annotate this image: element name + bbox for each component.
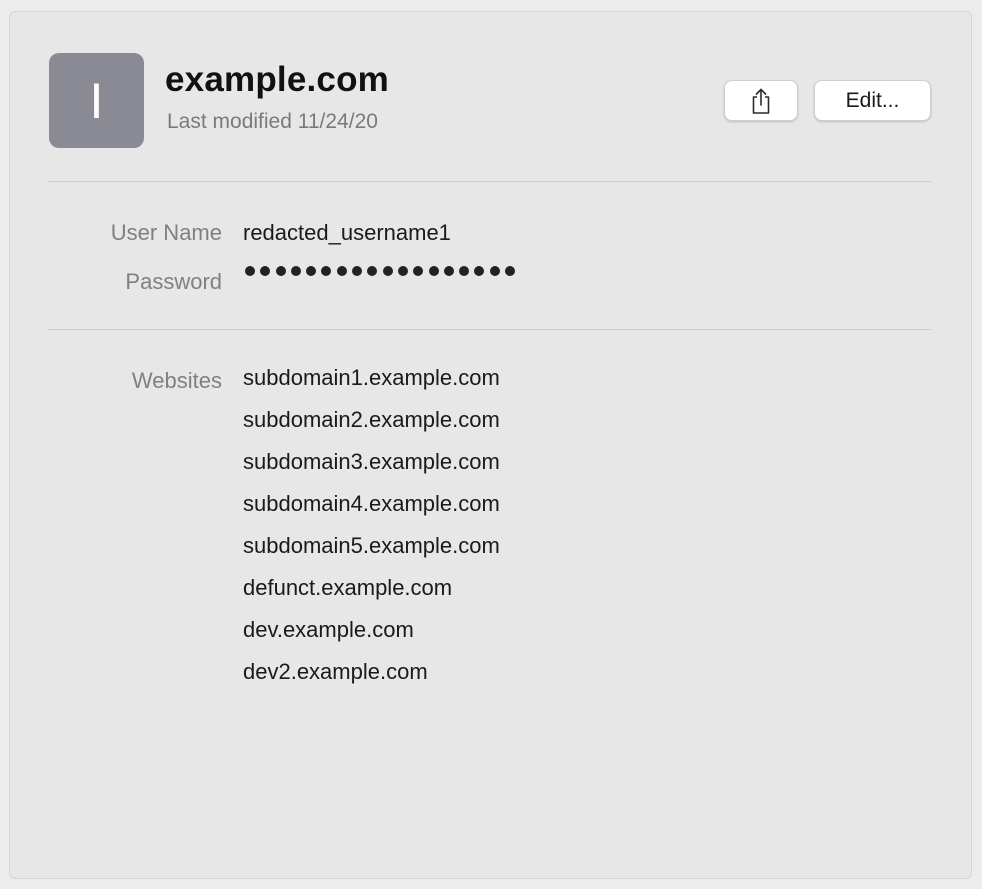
password-dot	[489, 266, 500, 276]
websites-list: subdomain1.example.com subdomain2.exampl…	[243, 365, 500, 701]
password-dot	[382, 266, 393, 276]
username-value[interactable]: redacted_username1	[243, 220, 451, 246]
password-dot	[275, 266, 286, 276]
website-item[interactable]: subdomain1.example.com	[243, 365, 500, 407]
share-icon	[752, 88, 770, 114]
share-button[interactable]	[724, 80, 798, 121]
password-dot	[352, 266, 363, 276]
password-dot	[459, 266, 470, 276]
website-item[interactable]: subdomain5.example.com	[243, 533, 500, 575]
website-item[interactable]: dev2.example.com	[243, 659, 500, 701]
site-title: example.com	[165, 60, 389, 99]
password-label: Password	[125, 269, 222, 294]
password-value[interactable]	[245, 266, 516, 276]
site-avatar: I	[49, 53, 144, 148]
password-dot	[428, 266, 439, 276]
avatar-letter: I	[89, 72, 104, 129]
websites-label: Websites	[131, 368, 222, 393]
password-dot	[306, 266, 317, 276]
username-label: User Name	[110, 220, 222, 245]
password-dot	[367, 266, 378, 276]
website-item[interactable]: subdomain4.example.com	[243, 491, 500, 533]
last-modified-text: Last modified 11/24/20	[167, 110, 378, 133]
website-item[interactable]: defunct.example.com	[243, 575, 500, 617]
password-dot	[321, 266, 332, 276]
password-dot	[397, 266, 408, 276]
password-dot	[336, 266, 347, 276]
divider	[48, 329, 931, 330]
password-dot	[290, 266, 301, 276]
password-dot	[505, 266, 516, 276]
edit-button[interactable]: Edit...	[814, 80, 931, 121]
website-item[interactable]: subdomain2.example.com	[243, 407, 500, 449]
password-detail-panel: I example.com Last modified 11/24/20 Edi…	[9, 11, 972, 879]
password-dot	[443, 266, 454, 276]
website-item[interactable]: subdomain3.example.com	[243, 449, 500, 491]
password-dot	[245, 266, 255, 276]
divider	[48, 181, 931, 182]
password-dot	[413, 266, 424, 276]
password-dot	[474, 266, 485, 276]
password-dot	[260, 266, 271, 276]
website-item[interactable]: dev.example.com	[243, 617, 500, 659]
